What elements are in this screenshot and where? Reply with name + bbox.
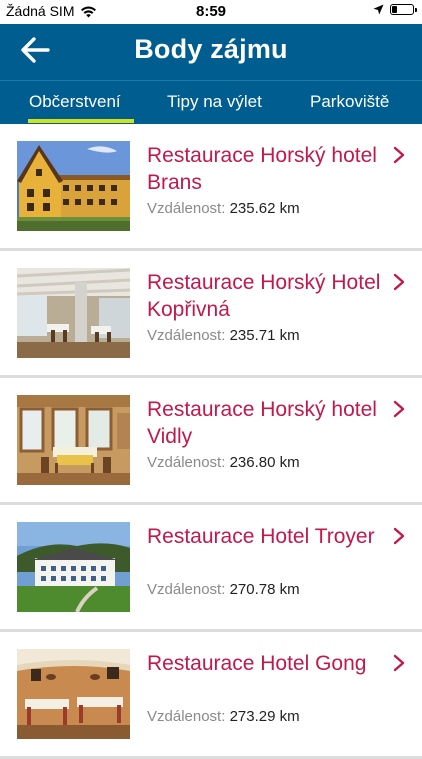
- location-arrow-icon: [373, 4, 384, 15]
- item-distance: Vzdálenost: 273.29 km: [147, 708, 300, 725]
- chevron-right-icon: [393, 273, 405, 291]
- app-header: Body zájmu: [0, 24, 422, 80]
- distance-label: Vzdálenost:: [147, 581, 226, 598]
- battery-level: [392, 6, 397, 13]
- poi-list: Restaurace Horský hotel Brans Vzdálenost…: [0, 124, 422, 759]
- distance-value: 235.62 km: [229, 200, 300, 217]
- tab-tipy-na-vylet[interactable]: Tipy na výlet: [167, 81, 262, 124]
- battery-icon: [390, 4, 417, 15]
- chevron-right-icon: [393, 146, 405, 164]
- distance-value: 273.29 km: [229, 708, 300, 725]
- distance-value: 236.80 km: [229, 454, 300, 471]
- item-distance: Vzdálenost: 235.62 km: [147, 200, 300, 217]
- status-right: [373, 4, 417, 15]
- distance-label: Vzdálenost:: [147, 200, 226, 217]
- item-name: Restaurace Horský Hotel Kopřivná: [147, 271, 381, 321]
- chevron-right-icon: [393, 527, 405, 545]
- item-distance: Vzdálenost: 270.78 km: [147, 581, 300, 598]
- active-tab-indicator: [28, 119, 134, 123]
- status-bar: Žádná SIM 8:59: [0, 0, 422, 24]
- list-item[interactable]: Restaurace Hotel Troyer Vzdálenost: 270.…: [0, 505, 422, 632]
- chevron-right-icon: [393, 400, 405, 418]
- list-item[interactable]: Restaurace Hotel Gong Vzdálenost: 273.29…: [0, 632, 422, 759]
- item-name: Restaurace Hotel Troyer: [147, 525, 375, 548]
- distance-value: 235.71 km: [229, 327, 300, 344]
- tab-obcerstveni[interactable]: Občerstvení: [29, 81, 121, 124]
- item-photo: [17, 268, 130, 358]
- distance-label: Vzdálenost:: [147, 708, 226, 725]
- list-item[interactable]: Restaurace Horský Hotel Kopřivná Vzdálen…: [0, 251, 422, 378]
- item-name: Restaurace Hotel Gong: [147, 652, 367, 675]
- tab-parkoviste[interactable]: Parkoviště: [310, 81, 389, 124]
- item-photo: [17, 141, 130, 231]
- item-photo: [17, 649, 130, 739]
- item-name: Restaurace Horský hotel Vidly: [147, 398, 377, 448]
- clock: 8:59: [195, 3, 227, 20]
- tab-bar: Občerstvení Tipy na výlet Parkoviště: [0, 80, 422, 124]
- distance-value: 270.78 km: [229, 581, 300, 598]
- item-photo: [17, 395, 130, 485]
- page-title: Body zájmu: [134, 34, 288, 64]
- list-item[interactable]: Restaurace Horský hotel Brans Vzdálenost…: [0, 124, 422, 251]
- distance-label: Vzdálenost:: [147, 454, 226, 471]
- list-item[interactable]: Restaurace Horský hotel Vidly Vzdálenost…: [0, 378, 422, 505]
- chevron-right-icon: [393, 654, 405, 672]
- item-name: Restaurace Horský hotel Brans: [147, 144, 377, 194]
- item-distance: Vzdálenost: 235.71 km: [147, 327, 300, 344]
- item-photo: [17, 522, 130, 612]
- distance-label: Vzdálenost:: [147, 327, 226, 344]
- item-distance: Vzdálenost: 236.80 km: [147, 454, 300, 471]
